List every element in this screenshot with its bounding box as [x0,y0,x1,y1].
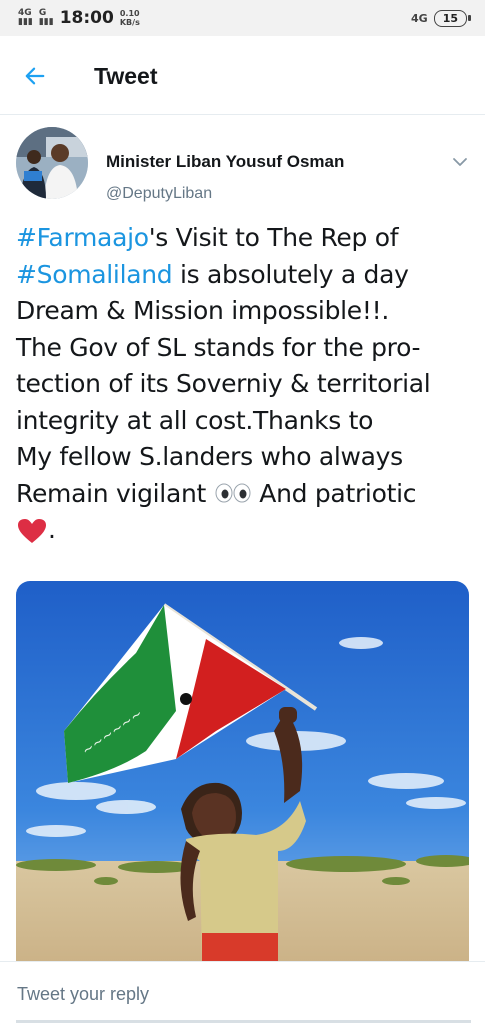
battery-level: 15 [442,11,458,25]
back-arrow-icon[interactable] [24,65,46,87]
tweet-photo[interactable]: ~~~~~~ [16,581,469,963]
tweet-line-text: 's Visit to The Rep of [148,223,399,252]
tweet-line: #Somaliland is absolutely a day [16,257,471,294]
hashtag-link[interactable]: #Somaliland [16,260,173,289]
chevron-down-icon[interactable] [451,153,469,171]
tweet-line-text: . [48,515,56,544]
tweet-line: My fellow S.landers who always [16,442,403,471]
net-speed-unit: KB/s [119,18,140,27]
photo-boy-with-flag: ~~~~~~ [16,581,469,963]
status-left: 4G ▮▮▮ G ▮▮▮ 18:00 0.10 KB/s [18,8,140,28]
net-speed-value: 0.10 [119,9,140,18]
signal-bars-icon-2: ▮▮▮ [38,17,54,27]
author-handle[interactable]: @DeputyLiban [106,185,212,203]
net-speed: 0.10 KB/s [120,9,140,27]
reply-input[interactable]: Tweet your reply [17,984,149,1005]
status-bar: 4G ▮▮▮ G ▮▮▮ 18:00 0.10 KB/s 4G 15 [0,0,485,36]
reply-divider [16,1020,471,1023]
tweet-line: Remain vigilant And patriotic [16,476,471,513]
tweet-author: Minister Liban Yousuf Osman @DeputyLiban [16,127,469,207]
signal-indicator-2: G ▮▮▮ [39,9,54,27]
avatar-image [16,127,88,199]
battery-icon: 15 [433,9,472,27]
tweet-line-text: Remain vigilant [16,478,214,508]
tweet-line: . [16,512,471,549]
avatar[interactable] [16,127,88,199]
hashtag-link[interactable]: #Farmaajo [16,223,149,252]
top-app-bar: Tweet [0,38,485,115]
tweet-line: The Gov of SL stands for the pro- [16,332,421,362]
reply-bar: Tweet your reply [0,961,485,1025]
clock: 18:00 [59,8,114,28]
tweet-line: integrity at all cost.Thanks to [16,405,374,435]
status-right: 4G 15 [411,9,472,27]
tweet-line: Dream & Mission impossible!!. [16,296,389,325]
author-name[interactable]: Minister Liban Yousuf Osman [106,152,344,172]
red-heart-emoji-icon [18,519,46,543]
tweet-line-text: is absolutely a day [172,259,409,289]
tweet-line: tection of its Soverniy & territorial [16,369,431,398]
network-type: 4G [411,11,428,25]
page-title: Tweet [94,62,158,89]
tweet-line: #Farmaajo's Visit to The Rep of [16,220,471,257]
signal-bars-icon: ▮▮▮ [18,17,33,27]
eyes-emoji-icon [215,483,251,502]
signal-indicator: 4G ▮▮▮ [18,9,33,27]
tweet-text: #Farmaajo's Visit to The Rep of #Somalil… [16,220,471,549]
tweet-line-text: And patriotic [251,478,417,508]
